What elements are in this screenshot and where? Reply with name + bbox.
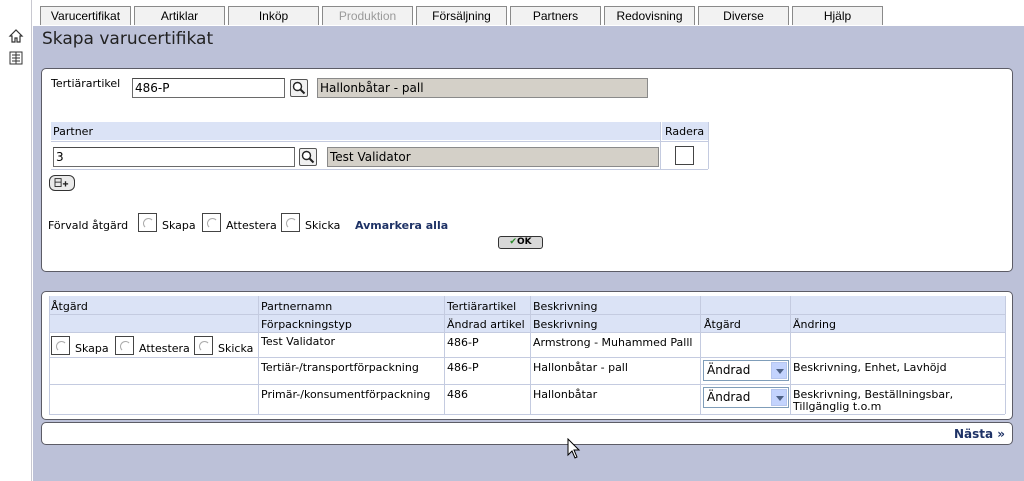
divider	[1005, 296, 1006, 414]
default-attest-label: Attestera	[226, 219, 277, 232]
divider	[660, 122, 661, 169]
grid-header-change: Ändring	[793, 318, 837, 331]
grid-header-tertiary-article: Tertiärartikel	[447, 300, 517, 313]
chevron-down-icon	[771, 362, 787, 379]
tertiary-article-label: Tertiärartikel	[51, 77, 121, 90]
tab-partners[interactable]: Partners	[510, 6, 601, 25]
row2-change-line2: Tillgänglig t.o.m	[793, 400, 882, 413]
grid-header-changed-article: Ändrad artikel	[447, 318, 525, 331]
list-icon[interactable]	[8, 50, 24, 66]
row1-action-value: Ändrad	[707, 363, 751, 377]
deselect-all-link[interactable]: Avmarkera alla	[355, 219, 448, 232]
tab-forsaljning[interactable]: Försäljning	[416, 6, 507, 25]
default-create-label: Skapa	[162, 219, 196, 232]
row1-article: 486-P	[447, 361, 479, 374]
partner-row-description: Armstrong - Muhammed Palll	[533, 336, 693, 349]
divider	[51, 169, 708, 170]
grid-header-description-2: Beskrivning	[533, 318, 598, 331]
next-link[interactable]: Nästa »	[954, 427, 1005, 441]
tab-varucertifikat[interactable]: Varucertifikat	[40, 6, 131, 25]
row-attest-radio[interactable]	[115, 336, 134, 355]
partner-row-article: 486-P	[447, 336, 479, 349]
delete-partner-checkbox[interactable]	[675, 146, 694, 165]
divider	[49, 332, 1005, 333]
row-create-radio[interactable]	[51, 336, 70, 355]
default-create-radio[interactable]	[138, 213, 157, 232]
ok-label: OK	[516, 237, 532, 247]
ok-button[interactable]: ✔OK	[498, 236, 543, 249]
default-action-label: Förvald åtgärd	[48, 219, 129, 232]
tertiary-article-input[interactable]: 486-P	[132, 78, 285, 98]
row2-action-value: Ändrad	[707, 390, 751, 404]
row2-package-type: Primär-/konsumentförpackning	[261, 388, 431, 401]
row1-description: Hallonbåtar - pall	[533, 361, 628, 374]
grid-header-partner-name: Partnernamn	[261, 300, 333, 313]
divider	[708, 122, 709, 169]
divider	[49, 384, 1005, 385]
certificate-grid-panel: Åtgärd Partnernamn Tertiärartikel Beskri…	[41, 291, 1013, 420]
search-icon	[292, 81, 306, 95]
tab-artiklar[interactable]: Artiklar	[134, 6, 225, 25]
row2-article: 486	[447, 388, 468, 401]
divider	[49, 314, 1005, 315]
default-attest-radio[interactable]	[202, 213, 221, 232]
grid-header-action: Åtgärd	[51, 300, 88, 313]
checkmark-icon: ✔	[509, 237, 517, 247]
page-title: Skapa varucertifikat	[42, 29, 214, 49]
search-icon	[301, 150, 315, 164]
partner-row-name: Test Validator	[261, 335, 335, 348]
partner-name-field: Test Validator	[327, 147, 659, 167]
divider	[530, 296, 531, 414]
row-send-label: Skicka	[218, 342, 254, 355]
add-row-button[interactable]	[49, 175, 75, 191]
certificate-form-panel: Tertiärartikel 486-P Hallonbåtar - pall …	[41, 68, 1013, 272]
grid-header-row-action: Åtgärd	[704, 318, 741, 331]
row2-description: Hallonbåtar	[533, 388, 598, 401]
home-icon[interactable]	[8, 28, 24, 44]
tab-hjalp[interactable]: Hjälp	[792, 6, 883, 25]
divider	[790, 296, 791, 414]
tab-produktion: Produktion	[322, 6, 413, 25]
divider	[444, 296, 445, 414]
row-create-label: Skapa	[75, 342, 109, 355]
row1-package-type: Tertiär-/transportförpackning	[261, 361, 419, 374]
row2-action-select[interactable]: Ändrad	[703, 387, 789, 408]
divider	[49, 357, 1005, 358]
partner-table-header	[51, 122, 660, 140]
divider	[51, 141, 708, 142]
grid-header-description: Beskrivning	[533, 300, 598, 313]
top-tab-bar: Varucertifikat Artiklar Inköp Produktion…	[32, 0, 1024, 26]
tab-inkop[interactable]: Inköp	[228, 6, 319, 25]
row1-change: Beskrivning, Enhet, Lavhöjd	[793, 361, 947, 374]
tab-redovisning[interactable]: Redovisning	[604, 6, 695, 25]
divider	[49, 414, 1005, 415]
left-sidebar	[0, 0, 32, 481]
main-content: Skapa varucertifikat Tertiärartikel 486-…	[33, 26, 1024, 481]
tertiary-description-field: Hallonbåtar - pall	[317, 78, 648, 98]
add-row-icon	[54, 178, 69, 187]
row-attest-label: Attestera	[139, 342, 190, 355]
mouse-cursor-icon	[567, 438, 581, 459]
search-partner-button[interactable]	[299, 148, 317, 166]
partner-column-label: Partner	[53, 125, 93, 138]
divider	[258, 296, 259, 414]
pagination-bar: Nästa »	[41, 422, 1013, 445]
divider	[700, 296, 701, 414]
row-send-radio[interactable]	[194, 336, 213, 355]
default-send-radio[interactable]	[281, 213, 300, 232]
search-tertiary-button[interactable]	[290, 79, 308, 97]
row1-action-select[interactable]: Ändrad	[703, 360, 789, 381]
partner-input[interactable]: 3	[53, 147, 295, 167]
grid-header-package-type: Förpackningstyp	[261, 318, 352, 331]
divider	[49, 296, 50, 414]
tab-diverse[interactable]: Diverse	[698, 6, 789, 25]
delete-column-label: Radera	[665, 125, 705, 138]
default-send-label: Skicka	[305, 219, 341, 232]
chevron-down-icon	[771, 389, 787, 406]
